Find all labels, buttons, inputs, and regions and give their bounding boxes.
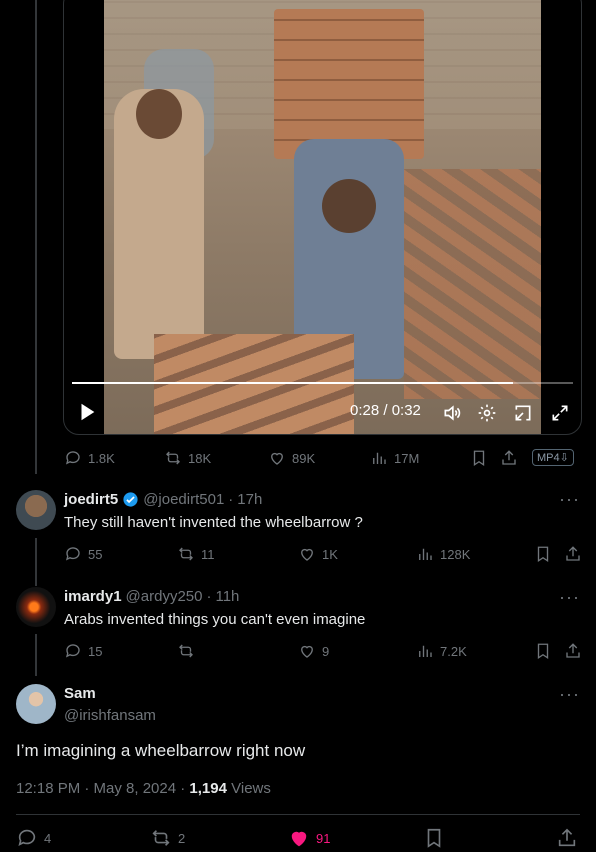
video-player[interactable]: 0:28 / 0:32 [63, 0, 582, 435]
reply-text: Arabs invented things you can't even ima… [64, 611, 366, 628]
play-icon[interactable] [76, 401, 98, 423]
reply-text: They still haven't invented the wheelbar… [64, 514, 363, 531]
main-tweet-text: I’m imagining a wheelbarrow right now [16, 741, 306, 760]
fullscreen-icon[interactable] [549, 402, 571, 424]
repost-button[interactable]: 2 [150, 827, 185, 849]
views-button[interactable]: 17M [370, 447, 419, 469]
share-button[interactable] [564, 640, 582, 662]
mp4-download-badge[interactable]: MP4⇩ [532, 449, 574, 466]
thread-line [35, 0, 37, 474]
video-time: 0:28 / 0:32 [350, 402, 421, 419]
reply-button[interactable]: 55 [64, 543, 102, 565]
main-author-name[interactable]: Sam [64, 685, 96, 702]
avatar[interactable] [16, 684, 56, 724]
share-button[interactable] [564, 543, 582, 565]
repost-button[interactable]: 11 [177, 543, 215, 565]
bookmark-button[interactable] [470, 447, 488, 469]
like-button[interactable]: 1K [298, 543, 338, 565]
main-tweet-actions: 4 2 91 [16, 827, 580, 851]
reply-author-line: imardy1 @ardyy250 · 11h [64, 588, 240, 605]
repost-button[interactable]: 18K [164, 447, 211, 469]
reply-button[interactable]: 1.8K [64, 447, 115, 469]
like-button[interactable]: 89K [268, 447, 315, 469]
reply-author-line: joedirt5 @joedirt501 · 17h [64, 491, 263, 508]
avatar[interactable] [16, 490, 56, 530]
reply-time[interactable]: 17h [237, 491, 262, 508]
repost-count: 18K [188, 450, 212, 466]
divider [16, 814, 580, 815]
reply-time[interactable]: 11h [215, 588, 239, 605]
more-options-icon[interactable]: ··· [559, 587, 580, 608]
repost-button[interactable] [177, 640, 201, 662]
views-count: 1,194 [189, 780, 227, 797]
bookmark-button[interactable] [423, 827, 445, 849]
views-count: 17M [394, 450, 420, 466]
like-count: 89K [292, 450, 316, 466]
more-options-icon[interactable]: ··· [559, 489, 580, 510]
thread-line [35, 634, 37, 676]
share-button[interactable] [500, 447, 518, 469]
video-scrubber[interactable] [72, 382, 573, 384]
more-options-icon[interactable]: ··· [559, 684, 580, 705]
video-frame[interactable] [104, 0, 541, 434]
reply-button[interactable]: 15 [64, 640, 102, 662]
bookmark-button[interactable] [534, 640, 552, 662]
author-handle[interactable]: @ardyy250 [126, 588, 203, 605]
views-button[interactable]: 128K [416, 543, 470, 565]
reply-actions: 55 11 1K 128K [64, 543, 580, 565]
author-name[interactable]: joedirt5 [64, 491, 118, 508]
like-button[interactable]: 9 [298, 640, 329, 662]
views-button[interactable]: 7.2K [416, 640, 467, 662]
share-button[interactable] [556, 827, 578, 849]
pip-icon[interactable] [512, 402, 534, 424]
author-handle[interactable]: @joedirt501 [143, 491, 224, 508]
tweet-meta: 12:18 PM · May 8, 2024 · 1,194 Views [16, 780, 271, 797]
views-label: Views [226, 780, 271, 797]
verified-badge-icon [123, 492, 138, 507]
reply-actions: 15 9 7.2K [64, 640, 580, 662]
like-button[interactable]: 91 [288, 827, 330, 849]
avatar[interactable] [16, 587, 56, 627]
tweet-timestamp[interactable]: 12:18 PM · May 8, 2024 · [16, 780, 189, 797]
thread-line [35, 538, 37, 586]
author-name[interactable]: imardy1 [64, 588, 122, 605]
bookmark-button[interactable] [534, 543, 552, 565]
volume-icon[interactable] [441, 402, 463, 424]
video-tweet-actions: 1.8K 18K 89K 17M MP4⇩ [64, 447, 580, 469]
reply-button[interactable]: 4 [16, 827, 51, 849]
reply-count: 1.8K [88, 450, 115, 466]
main-author-handle[interactable]: @irishfansam [64, 707, 156, 724]
settings-gear-icon[interactable] [476, 402, 498, 424]
